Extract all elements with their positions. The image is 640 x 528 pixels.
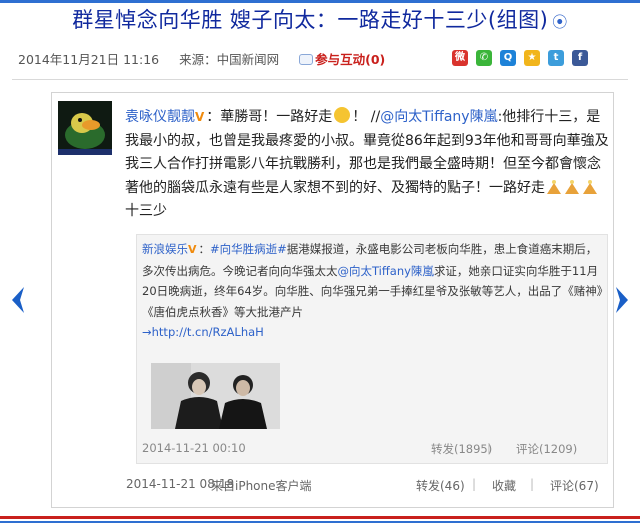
previous-arrow-icon[interactable] [10,285,26,315]
wechat-share-icon[interactable]: ✆ [476,50,492,66]
post-mention[interactable]: @向太Tiffany陳嵐 [380,109,497,125]
avatar[interactable] [58,101,112,155]
article-title-text: 群星悼念向华胜 嫂子向太：一路走好十三少(组图) [72,8,549,32]
double-chevron-right-icon[interactable]: ⦿ [552,13,568,31]
post-text-part1: ：華勝哥！一路好走 [206,109,333,125]
article-meta: 2014年11月21日 11:16 来源：中国新闻网 参与互动(0) [18,49,385,68]
repost-mention[interactable]: @向太Tiffany陳嵐 [338,264,434,278]
crying-emoji-icon [334,107,351,123]
tencent-weibo-share-icon[interactable]: t [548,50,564,66]
article-date: 2014年11月21日 11:16 [18,52,160,67]
post-comment-link[interactable]: 评论(67) [550,477,599,494]
qq-share-icon[interactable]: Q [500,50,516,66]
divider: | [530,477,535,491]
top-rule [0,0,640,3]
comment-bubble-icon[interactable] [299,54,314,65]
repost-box: 新浪娱乐V ：#向华胜病逝#据港媒报道，永盛电影公司老板向华胜，患上食道癌末期后，… [136,234,608,464]
article-source: 来源：中国新闻网 [179,52,280,67]
repost-time[interactable]: 2014-11-21 00:10 [142,441,246,455]
post-text-part2: ！ // [352,109,381,125]
weibo-share-icon[interactable]: 微 [452,50,468,66]
post-forward-link[interactable]: 转发(46) [416,477,465,494]
verified-v-icon: V [188,243,197,256]
post-favorite-link[interactable]: 收藏 [492,477,516,494]
repost-hashtag[interactable]: #向华胜病逝# [210,242,287,256]
repost-body: 新浪娱乐V ：#向华胜病逝#据港媒报道，永盛电影公司老板向华胜，患上食道癌末期后，… [142,242,603,339]
bottom-rule [0,516,640,519]
divider: | [487,441,491,455]
comment-link[interactable]: 参与互动(0) [315,52,385,67]
candle-emoji-icon [547,179,597,194]
next-arrow-icon[interactable] [614,285,630,315]
divider [12,79,628,80]
repost-link[interactable]: →http://t.cn/RzALhaH [142,325,264,339]
repost-photo[interactable] [151,363,280,429]
divider: | [472,477,477,491]
qzone-share-icon[interactable]: ★ [524,50,540,66]
post-username[interactable]: 袁咏仪靓靓 [125,109,195,125]
repost-comment-link[interactable]: 评论(1209) [516,441,577,457]
post-text-part4: 十三少 [125,203,167,219]
article-title: 群星悼念向华胜 嫂子向太：一路走好十三少(组图) ⦿ [0,4,640,34]
repost-forward-link[interactable]: 转发(1895) [431,441,492,457]
bottom-rule [0,521,640,523]
post-body: 袁咏仪靓靓V ：華勝哥！一路好走！ //@向太Tiffany陳嵐:他排行十三，是我… [125,106,611,224]
repost-username[interactable]: 新浪娱乐 [142,242,188,256]
facebook-share-icon[interactable]: f [572,50,588,66]
post-via: 来自iPhone客户端 [211,479,312,493]
verified-v-icon: V [195,110,205,124]
